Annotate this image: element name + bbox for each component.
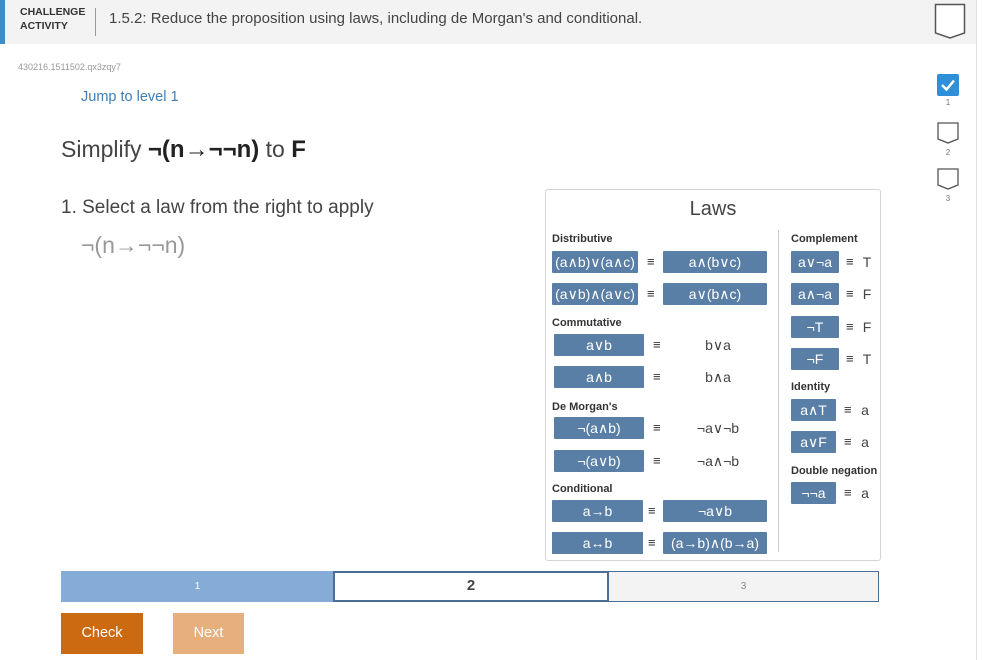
law-distributive-2-left[interactable]: (a∨b)∧(a∨c) [552,283,638,305]
law-complement-2-right[interactable]: F [860,283,874,305]
law-equiv-symbol: ≡ [844,485,852,500]
step-instruction: 1. Select a law from the right to apply [61,197,374,218]
law-distributive-2-right[interactable]: a∨(b∧c) [663,283,767,305]
law-category-distributive: Distributive [552,233,613,245]
prompt-to: to [265,136,285,162]
law-commutative-1-right[interactable]: b∨a [668,334,768,356]
activity-title: 1.5.2: Reduce the proposition using laws… [109,10,643,27]
law-equiv-symbol: ≡ [844,434,852,449]
problem-prompt: Simplify ¬(n→¬¬n) to F [61,136,306,164]
law-demorgan-1-right[interactable]: ¬a∨¬b [668,417,768,439]
check-button[interactable]: Check [61,613,143,654]
level-2-bookmark-icon[interactable] [937,122,959,144]
law-equiv-symbol: ≡ [653,337,661,352]
law-complement-3-right[interactable]: F [860,316,874,338]
law-equiv-symbol: ≡ [846,286,854,301]
law-category-double-negation: Double negation [791,465,878,477]
level-3-bookmark-icon[interactable] [937,168,959,190]
activity-type-line1: CHALLENGE [20,6,86,18]
next-button[interactable]: Next [173,613,244,654]
progress-segment-3[interactable]: 3 [609,571,879,602]
header-accent-bar [0,0,5,44]
level-2-number: 2 [945,148,951,157]
law-conditional-1-right[interactable]: ¬a∨b [663,500,767,522]
bookmark-icon[interactable] [934,3,966,39]
prompt-target: F [291,136,306,163]
law-conditional-2-left[interactable]: a↔b [552,532,643,554]
law-double-negation-1-right[interactable]: a [858,482,872,504]
law-equiv-symbol: ≡ [653,420,661,435]
progress-segment-1[interactable]: 1 [61,571,334,602]
law-identity-2-left[interactable]: a∨F [791,431,836,453]
law-complement-1-left[interactable]: a∨¬a [791,251,839,273]
activity-type-label: CHALLENGE ACTIVITY [20,5,85,33]
activity-header: CHALLENGE ACTIVITY 1.5.2: Reduce the pro… [0,0,976,44]
activity-seed: 430216.1511502.qx3zqy7 [18,62,121,72]
law-equiv-symbol: ≡ [653,369,661,384]
law-equiv-symbol: ≡ [647,254,655,269]
header-separator [95,8,96,36]
law-complement-4-left[interactable]: ¬F [791,348,839,370]
law-identity-1-right[interactable]: a [858,399,872,421]
law-equiv-symbol: ≡ [653,453,661,468]
law-equiv-symbol: ≡ [846,351,854,366]
law-equiv-symbol: ≡ [844,402,852,417]
law-complement-2-left[interactable]: a∧¬a [791,283,839,305]
frame-border [976,0,977,660]
law-category-identity: Identity [791,381,831,393]
law-equiv-symbol: ≡ [647,286,655,301]
law-complement-3-left[interactable]: ¬T [791,316,839,338]
law-equiv-symbol: ≡ [648,503,656,518]
level-1-number: 1 [945,98,951,107]
jump-to-level-link[interactable]: Jump to level 1 [81,89,179,105]
law-complement-1-right[interactable]: T [860,251,874,273]
law-conditional-2-left-label: a↔b [552,532,643,554]
law-commutative-1-left[interactable]: a∨b [554,334,644,356]
law-demorgan-1-left[interactable]: ¬(a∧b) [554,417,644,439]
law-equiv-symbol: ≡ [846,254,854,269]
prompt-prefix: Simplify [61,136,142,162]
law-complement-4-right[interactable]: T [860,348,874,370]
law-demorgan-2-left[interactable]: ¬(a∨b) [554,450,644,472]
law-demorgan-2-right[interactable]: ¬a∧¬b [668,450,768,472]
law-distributive-1-left[interactable]: (a∧b)∨(a∧c) [552,251,638,273]
law-identity-2-right[interactable]: a [858,431,872,453]
law-double-negation-1-left[interactable]: ¬¬a [791,482,836,504]
law-commutative-2-right[interactable]: b∧a [668,366,768,388]
prompt-expression: ¬(n→¬¬n) [147,136,260,163]
progress-segment-2[interactable]: 2 [333,571,609,602]
law-conditional-2-right[interactable]: (a→b)∧(b→a) [663,532,767,554]
current-expression: ¬(n→¬¬n) [81,232,186,258]
check-icon [941,79,955,92]
law-commutative-2-left[interactable]: a∧b [554,366,644,388]
law-category-conditional: Conditional [552,483,613,495]
law-category-complement: Complement [791,233,858,245]
level-progress-bar: 1 2 3 [61,571,879,602]
level-3-number: 3 [945,194,951,203]
law-category-commutative: Commutative [552,317,622,329]
law-equiv-symbol: ≡ [648,535,656,550]
laws-title: Laws [689,198,737,220]
laws-column-divider [778,230,779,552]
activity-type-line2: ACTIVITY [20,20,68,32]
level-1-complete-icon[interactable] [937,74,959,96]
law-distributive-1-right[interactable]: a∧(b∨c) [663,251,767,273]
law-equiv-symbol: ≡ [846,319,854,334]
law-category-demorgan: De Morgan's [552,401,618,413]
law-conditional-1-left[interactable]: a→b [552,500,643,522]
laws-panel: Laws Distributive (a∧b)∨(a∧c) ≡ a∧(b∨c) … [545,189,881,561]
law-identity-1-left[interactable]: a∧T [791,399,836,421]
